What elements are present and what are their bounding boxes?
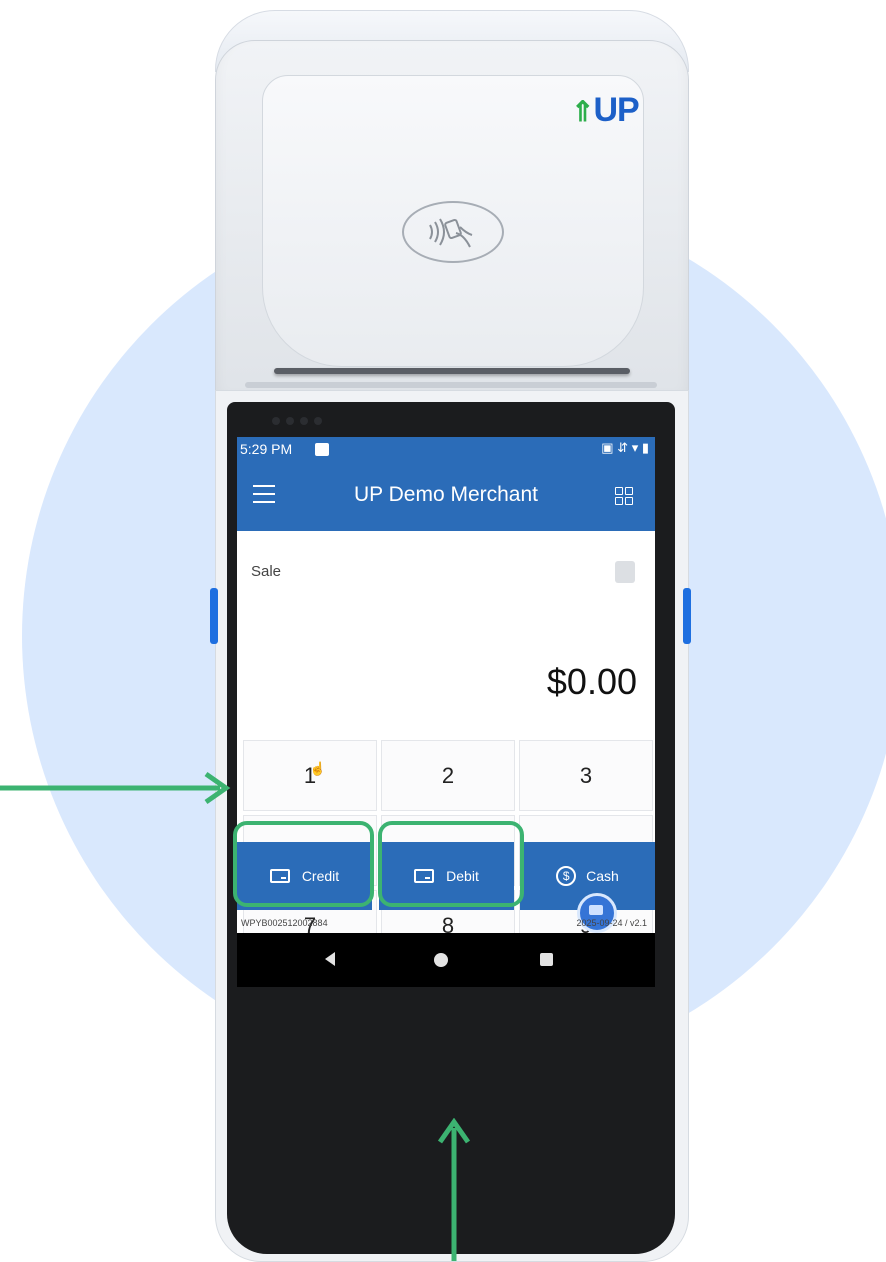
notification-icon (315, 443, 329, 456)
sensor-dots (272, 410, 342, 425)
screen: 5:29 PM ▣ ⇵ ▾ ▮ UP Demo Merchant Sale $0… (237, 437, 655, 1181)
cash-label: Cash (586, 868, 619, 884)
device-seam (245, 382, 657, 388)
credit-highlight-box (233, 821, 374, 907)
back-icon[interactable] (325, 952, 335, 966)
printer-module: ⇑UP (215, 40, 689, 407)
arrow-to-debit-icon (437, 1118, 471, 1261)
app-title: UP Demo Merchant (353, 483, 539, 506)
grid-view-icon[interactable] (615, 487, 633, 505)
contactless-icon (402, 201, 504, 263)
app-version: 2025-09-24 / v2.1 (576, 918, 647, 928)
app-bar: UP Demo Merchant (237, 461, 655, 531)
status-time: 5:29 PM (240, 441, 293, 457)
recent-apps-icon[interactable] (540, 953, 553, 966)
key-1[interactable]: 1 ☝ (243, 740, 377, 811)
system-status-icons: ▣ ⇵ ▾ ▮ (601, 440, 649, 455)
left-side-button[interactable] (210, 588, 218, 644)
paper-slot (274, 368, 630, 374)
hand-pointer-icon: ☝ (309, 760, 327, 776)
debit-highlight-box (378, 821, 524, 907)
up-logo: ⇑UP (571, 91, 640, 129)
arrow-to-credit-icon (0, 771, 231, 805)
transaction-type-label: Sale (251, 563, 282, 580)
device-serial: WPYB002512002884 (241, 918, 328, 928)
right-side-button[interactable] (683, 588, 691, 644)
key-3[interactable]: 3 (519, 740, 653, 811)
dollar-circle-icon: $ (556, 866, 577, 886)
android-nav-bar (237, 933, 655, 987)
calculator-icon[interactable] (615, 561, 635, 583)
home-icon[interactable] (434, 953, 448, 967)
amount-display: $0.00 (546, 661, 637, 702)
key-2[interactable]: 2 (381, 740, 515, 811)
footer-info: WPYB002512002884 2025-09-24 / v2.1 (237, 917, 655, 931)
status-bar: 5:29 PM ▣ ⇵ ▾ ▮ (237, 437, 655, 461)
pos-terminal: ⇑UP 5:29 PM ▣ ⇵ ▾ ▮ UP Demo Merchant Sal… (210, 10, 691, 1262)
